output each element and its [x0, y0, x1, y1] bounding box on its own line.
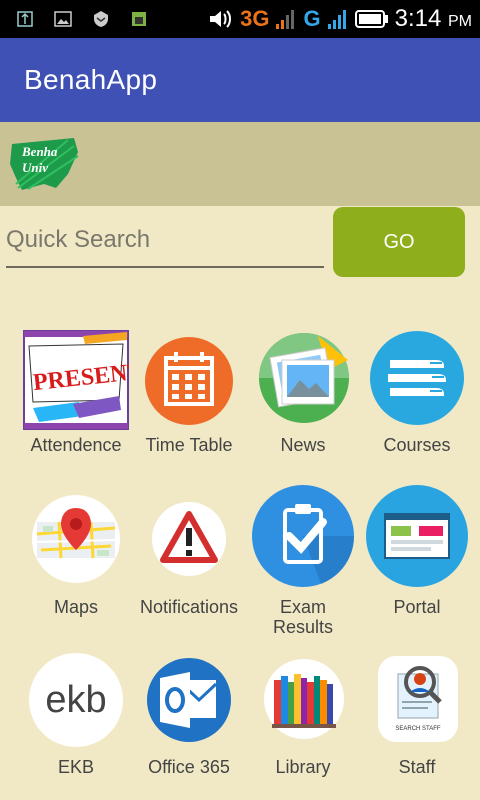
tile-notifications[interactable]: Notifications — [134, 490, 244, 620]
tile-attendence[interactable]: PRESENT! Attendence — [21, 328, 131, 458]
signal-g-icon — [327, 10, 346, 29]
calendar-icon — [145, 337, 233, 425]
clock-time: 3:14 — [394, 5, 442, 32]
tile-label: Staff — [398, 757, 436, 777]
ekb-logo: ekb — [29, 653, 123, 747]
tile-label-line1: Exam — [279, 597, 326, 617]
tile-label-line2: Results — [272, 617, 334, 637]
search-staff-icon: SEARCH STAFF — [378, 656, 458, 742]
browser-window-icon — [366, 485, 468, 587]
tile-office-365[interactable]: Office 365 — [134, 650, 244, 780]
logo-text-line1: Benha — [21, 144, 58, 159]
present-icon: PRESENT! — [23, 330, 129, 430]
map-pin-icon — [32, 495, 120, 583]
benha-univ-logo: Benha Univ — [10, 138, 79, 190]
battery-icon — [354, 10, 388, 28]
notification-icons — [14, 8, 150, 30]
status-bar: 3G G 3:14 PM — [0, 0, 480, 38]
go-button[interactable]: GO — [333, 207, 465, 277]
banner: Benha Univ — [0, 122, 480, 206]
network-g-label: G — [303, 6, 321, 31]
search-field-container — [6, 216, 324, 268]
logo-text-line2: Univ — [22, 160, 48, 175]
clock: 3:14 PM — [395, 5, 472, 33]
tile-time-table[interactable]: Time Table — [134, 328, 244, 458]
bookshelf-icon — [264, 659, 344, 739]
tile-portal[interactable]: Portal — [362, 485, 472, 620]
clipboard-check-icon — [252, 485, 355, 587]
system-status: 3G G 3:14 PM — [208, 4, 472, 34]
signal-3g-icon — [276, 10, 295, 29]
warning-icon — [152, 502, 226, 576]
tile-label: Office 365 — [148, 757, 230, 777]
network-3g-label: 3G — [240, 6, 270, 31]
shield-icon — [90, 8, 112, 30]
app-bar: BenahApp — [0, 38, 480, 122]
tile-label: Maps — [53, 597, 98, 617]
usb-icon — [14, 8, 36, 30]
tile-label: Courses — [383, 435, 451, 455]
clock-ampm: PM — [448, 13, 472, 30]
ekb-logo-text: ekb — [45, 679, 106, 721]
tile-label: EKB — [57, 757, 95, 777]
tile-maps[interactable]: Maps — [21, 490, 131, 620]
books-icon — [370, 331, 464, 425]
outlook-icon — [147, 658, 231, 742]
app-title: BenahApp — [24, 64, 158, 95]
tile-staff[interactable]: SEARCH STAFF Staff — [362, 650, 472, 780]
photos-icon — [259, 333, 349, 423]
tile-news[interactable]: News — [248, 328, 358, 458]
gallery-icon — [52, 8, 74, 30]
tile-courses[interactable]: Courses — [362, 328, 472, 458]
tile-label: Portal — [393, 597, 441, 617]
android-debug-icon — [128, 8, 150, 30]
tile-label: Attendence — [30, 435, 122, 455]
tile-label: Notifications — [139, 597, 239, 617]
tile-label: Library — [275, 757, 331, 777]
tile-library[interactable]: Library — [248, 650, 358, 780]
tile-label: Time Table — [145, 435, 233, 455]
tile-label: News — [280, 435, 326, 455]
volume-icon — [210, 10, 232, 28]
tile-exam-results[interactable]: Exam Results — [248, 485, 358, 640]
quick-search-input[interactable] — [6, 216, 324, 264]
tile-ekb[interactable]: ekb EKB — [21, 650, 131, 780]
search-staff-caption: SEARCH STAFF — [395, 726, 441, 732]
